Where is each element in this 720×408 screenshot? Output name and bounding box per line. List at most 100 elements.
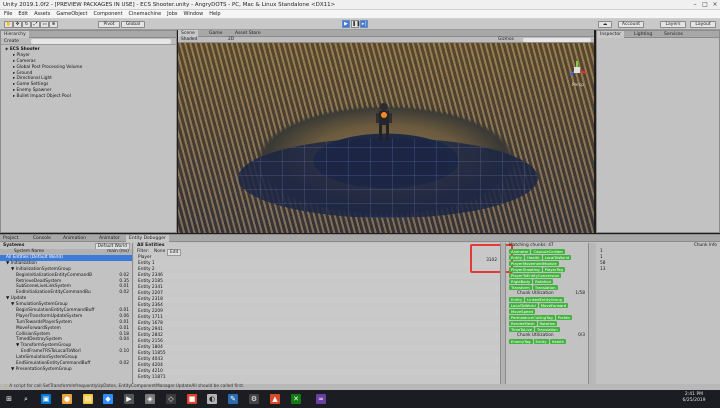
- chunk-scrollbar[interactable]: [588, 243, 596, 385]
- component-chip[interactable]: MoveSpeed: [509, 309, 536, 314]
- hierarchy-create-button[interactable]: Create: [4, 39, 19, 44]
- photos-icon[interactable]: ◐: [207, 394, 217, 404]
- chunk-splitter[interactable]: [500, 243, 506, 385]
- file-explorer-icon[interactable]: ▤: [83, 394, 93, 404]
- menu-item-help[interactable]: Help: [209, 11, 220, 17]
- component-chip[interactable]: RigidBody: [509, 279, 533, 284]
- hierarchy-search-input[interactable]: [31, 39, 171, 44]
- component-chip[interactable]: PlayerShooting: [509, 267, 542, 272]
- office-icon[interactable]: ▲: [270, 394, 280, 404]
- component-chip[interactable]: PerInstanceCullingTag: [509, 315, 555, 320]
- visual-studio-icon[interactable]: ∞: [316, 394, 326, 404]
- component-chip[interactable]: PlayerToEntityConversion: [509, 273, 562, 278]
- component-chip[interactable]: Entity: [509, 297, 525, 302]
- chrome-icon[interactable]: ●: [62, 394, 72, 404]
- scene-viewport[interactable]: Persp: [178, 43, 594, 233]
- component-chip[interactable]: RenderMesh: [509, 321, 537, 326]
- move-tool-button[interactable]: ✥: [13, 21, 22, 28]
- media-icon[interactable]: ■: [187, 394, 197, 404]
- xbox-icon[interactable]: ✕: [291, 394, 301, 404]
- menu-item-file[interactable]: File: [4, 11, 12, 17]
- account-dropdown[interactable]: Account: [618, 21, 644, 28]
- tab-console[interactable]: Console: [30, 235, 54, 242]
- tab-entity-debugger[interactable]: Entity Debugger: [126, 235, 169, 242]
- component-chip[interactable]: Prefab: [555, 315, 572, 320]
- rect-tool-button[interactable]: ▭: [40, 21, 49, 28]
- component-chip[interactable]: Rotation: [533, 279, 554, 284]
- pivot-toggle[interactable]: Pivot: [98, 21, 120, 28]
- component-chip[interactable]: PlayerMovementModule: [509, 261, 559, 266]
- menu-item-gameobject[interactable]: GameObject: [56, 11, 87, 17]
- component-chip[interactable]: Translation: [535, 327, 560, 332]
- menu-item-component[interactable]: Component: [94, 11, 123, 17]
- chunk-count: 13: [600, 267, 606, 272]
- tab-game[interactable]: Game: [206, 30, 225, 37]
- unity-editor-icon[interactable]: ◇: [166, 394, 176, 404]
- hand-tool-button[interactable]: ✋: [4, 21, 13, 28]
- tab-animator[interactable]: Animator: [96, 235, 123, 242]
- filter-none-value[interactable]: None: [154, 249, 165, 254]
- component-chip[interactable]: Transform: [509, 285, 532, 290]
- taskbar-clock[interactable]: 2:41 PM 6/25/2019: [674, 392, 714, 404]
- component-chip[interactable]: Translation: [532, 285, 558, 290]
- tab-project[interactable]: Project: [0, 235, 21, 242]
- component-chip[interactable]: MoveForward: [538, 303, 569, 308]
- settings-icon[interactable]: ⚙: [249, 394, 259, 404]
- unity-hub-icon[interactable]: ◈: [145, 394, 155, 404]
- search-icon[interactable]: ⌕: [21, 394, 31, 404]
- tab-scene[interactable]: Scene: [178, 30, 198, 37]
- component-chip[interactable]: Entity: [533, 339, 549, 344]
- component-chip[interactable]: Rotation: [537, 321, 558, 326]
- paint-icon[interactable]: ✎: [228, 394, 238, 404]
- windows-start-icon[interactable]: ⊞: [4, 394, 14, 404]
- player-character[interactable]: [375, 101, 393, 143]
- scene-orientation-gizmo[interactable]: [566, 59, 588, 81]
- menu-item-window[interactable]: Window: [183, 11, 203, 17]
- terminal-icon[interactable]: ▶: [124, 394, 134, 404]
- chunk-detail-panel: Chunk Info 1 1 58 13: [597, 243, 720, 385]
- hierarchy-item[interactable]: ▸ Bullet Impact Object Pool: [5, 94, 176, 100]
- global-toggle[interactable]: Global: [121, 21, 145, 28]
- component-chip[interactable]: EnemyTag: [509, 339, 533, 344]
- tab-asset-store[interactable]: Asset Store: [232, 30, 264, 37]
- component-chip[interactable]: TimeToLive: [509, 327, 535, 332]
- rotate-tool-button[interactable]: ↻: [22, 21, 31, 28]
- tab-lighting[interactable]: Lighting: [631, 31, 655, 38]
- play-button[interactable]: ▶: [342, 20, 350, 28]
- step-button[interactable]: ▸|: [360, 20, 368, 28]
- menu-item-edit[interactable]: Edit: [18, 11, 28, 17]
- store-icon[interactable]: ◆: [103, 394, 113, 404]
- minimize-button[interactable]: –: [690, 1, 700, 9]
- component-chip[interactable]: Health: [549, 339, 567, 344]
- maximize-button[interactable]: □: [700, 1, 710, 9]
- layers-dropdown[interactable]: Layers: [660, 21, 686, 28]
- tab-services[interactable]: Services: [661, 31, 686, 38]
- layout-dropdown[interactable]: Layout: [690, 21, 716, 28]
- component-chip[interactable]: PlayerTag: [542, 267, 565, 272]
- tab-inspector[interactable]: Inspector: [597, 31, 624, 38]
- task-view-icon[interactable]: ▣: [41, 394, 51, 404]
- tab-animation[interactable]: Animation: [60, 235, 89, 242]
- menu-item-assets[interactable]: Assets: [34, 11, 50, 17]
- collab-cloud-icon[interactable]: ☁: [598, 21, 612, 28]
- system-row[interactable]: ▼ PresentationSystemGroup: [0, 367, 132, 373]
- component-chip[interactable]: LocalToWorld: [509, 303, 538, 308]
- entity-row[interactable]: Entity 11871: [134, 375, 500, 381]
- scene-search-input[interactable]: [523, 38, 591, 42]
- menu-item-jobs[interactable]: Jobs: [167, 11, 177, 17]
- component-chip[interactable]: Entity: [509, 255, 525, 260]
- system-name: LateSimulationSystemGroup: [16, 355, 78, 361]
- status-message[interactable]: A script for call SetTransformInfrequent…: [9, 384, 244, 389]
- persp-label[interactable]: Persp: [572, 83, 584, 88]
- transform-tool-button[interactable]: ⊕: [49, 21, 58, 28]
- component-chip[interactable]: LocalToWorld: [542, 255, 572, 260]
- scale-tool-button[interactable]: ⤢: [31, 21, 40, 28]
- component-chip[interactable]: Animator: [509, 249, 531, 254]
- close-button[interactable]: ×: [710, 1, 720, 9]
- component-chip[interactable]: Health: [525, 255, 542, 260]
- tab-hierarchy[interactable]: Hierarchy: [1, 31, 29, 38]
- component-chip[interactable]: CapsuleCollider: [531, 249, 566, 254]
- menu-item-cinemachine[interactable]: Cinemachine: [129, 11, 162, 17]
- component-chip[interactable]: LinkedEntityGroup: [525, 297, 565, 302]
- pause-button[interactable]: ❚❚: [351, 20, 360, 28]
